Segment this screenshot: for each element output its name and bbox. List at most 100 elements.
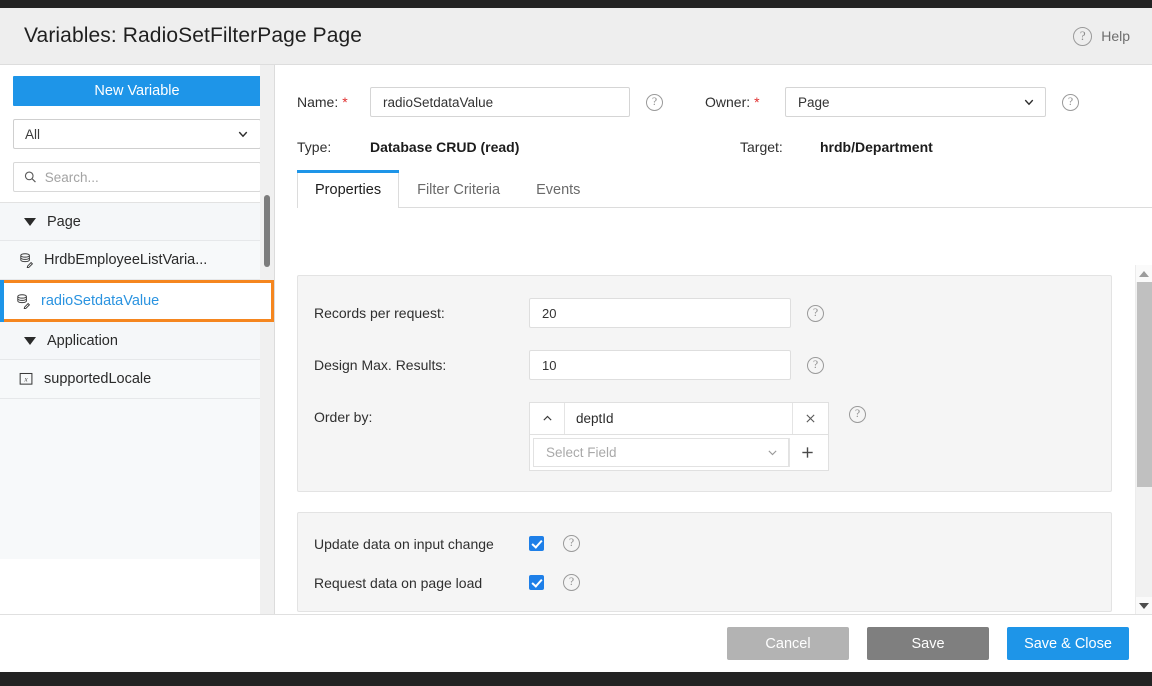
required-marker: * bbox=[342, 94, 347, 110]
name-input-value: radioSetdataValue bbox=[383, 95, 493, 110]
database-variable-icon bbox=[19, 253, 34, 268]
update-on-input-change-row: Update data on input change ? bbox=[314, 535, 1089, 552]
help-label: Help bbox=[1101, 28, 1130, 44]
order-by-label: Order by: bbox=[314, 402, 529, 425]
type-value: Database CRUD (read) bbox=[370, 139, 740, 155]
tree-group-application[interactable]: Application bbox=[0, 322, 274, 360]
caret-down-icon bbox=[24, 218, 36, 226]
order-by-field-select[interactable]: Select Field bbox=[533, 438, 789, 467]
records-per-request-input[interactable]: 20 bbox=[529, 298, 791, 328]
order-by-group: deptId bbox=[529, 402, 829, 471]
sidebar-scrollbar-thumb[interactable] bbox=[264, 195, 270, 267]
tree-item-hrdb-employee-list[interactable]: HrdbEmployeeListVaria... bbox=[0, 241, 274, 280]
owner-help-icon[interactable]: ? bbox=[1062, 94, 1079, 111]
scrollbar-down-button[interactable] bbox=[1136, 597, 1152, 614]
svg-text:x: x bbox=[23, 376, 28, 384]
tree-group-page[interactable]: Page bbox=[0, 203, 274, 241]
sidebar-toolbar: New Variable All bbox=[0, 65, 274, 202]
tree-item-label: supportedLocale bbox=[44, 371, 151, 387]
design-max-results-input[interactable]: 10 bbox=[529, 350, 791, 380]
scrollbar-up-button[interactable] bbox=[1136, 265, 1152, 282]
update-on-input-change-checkbox[interactable] bbox=[529, 536, 544, 551]
tab-filter-criteria[interactable]: Filter Criteria bbox=[399, 170, 518, 208]
update-on-input-change-help-icon[interactable]: ? bbox=[563, 535, 580, 552]
target-label: Target: bbox=[740, 139, 820, 155]
window-chrome-top bbox=[0, 0, 1152, 8]
search-box[interactable] bbox=[13, 162, 261, 192]
type-label: Type: bbox=[297, 139, 370, 155]
tab-events[interactable]: Events bbox=[518, 170, 598, 208]
chevron-up-icon bbox=[541, 412, 554, 425]
properties-scrollbar[interactable] bbox=[1135, 265, 1152, 614]
target-value: hrdb/Department bbox=[820, 139, 933, 155]
page-title: Variables: RadioSetFilterPage Page bbox=[24, 24, 362, 48]
scrollbar-track[interactable] bbox=[1136, 282, 1152, 597]
order-by-entry: deptId bbox=[529, 402, 829, 435]
help-button[interactable]: ? Help bbox=[1073, 27, 1130, 46]
question-circle-icon: ? bbox=[1073, 27, 1092, 46]
tree-group-label: Application bbox=[47, 333, 118, 349]
data-behavior-card: Update data on input change ? Request da… bbox=[297, 512, 1112, 612]
order-by-field-value[interactable]: deptId bbox=[565, 403, 792, 434]
order-by-remove-button[interactable] bbox=[792, 403, 828, 434]
properties-scroll-area: Records per request: 20 ? Design Max. Re… bbox=[275, 265, 1152, 614]
dialog-body: New Variable All bbox=[0, 65, 1152, 614]
order-by-add-row: Select Field bbox=[529, 435, 829, 471]
request-on-page-load-label: Request data on page load bbox=[314, 575, 529, 591]
scrollbar-thumb[interactable] bbox=[1137, 282, 1152, 487]
name-help-icon[interactable]: ? bbox=[646, 94, 663, 111]
order-by-help-icon[interactable]: ? bbox=[849, 406, 866, 423]
records-per-request-help-icon[interactable]: ? bbox=[807, 305, 824, 322]
save-button[interactable]: Save bbox=[867, 627, 989, 660]
tree-item-label: radioSetdataValue bbox=[41, 293, 159, 309]
records-per-request-label: Records per request: bbox=[314, 305, 529, 321]
required-marker: * bbox=[754, 94, 759, 110]
sidebar-scrollbar[interactable] bbox=[260, 65, 274, 614]
order-by-select-placeholder: Select Field bbox=[546, 445, 617, 460]
order-by-direction-button[interactable] bbox=[530, 403, 565, 434]
search-icon bbox=[24, 170, 37, 184]
tree-group-label: Page bbox=[47, 214, 81, 230]
owner-select-value: Page bbox=[798, 95, 830, 110]
search-input[interactable] bbox=[45, 170, 250, 185]
request-on-page-load-help-icon[interactable]: ? bbox=[563, 574, 580, 591]
type-target-row: Type: Database CRUD (read) Target: hrdb/… bbox=[297, 139, 1128, 155]
static-variable-icon: x bbox=[19, 372, 34, 386]
request-on-page-load-checkbox[interactable] bbox=[529, 575, 544, 590]
variable-detail-pane: Name:* radioSetdataValue ? Owner:* Page bbox=[275, 65, 1152, 614]
tree-item-supported-locale[interactable]: x supportedLocale bbox=[0, 360, 274, 399]
order-by-add-button[interactable] bbox=[789, 438, 825, 467]
design-max-results-help-icon[interactable]: ? bbox=[807, 357, 824, 374]
new-variable-button[interactable]: New Variable bbox=[13, 76, 261, 106]
tree-item-label: HrdbEmployeeListVaria... bbox=[44, 252, 207, 268]
name-input[interactable]: radioSetdataValue bbox=[370, 87, 630, 117]
save-and-close-button[interactable]: Save & Close bbox=[1007, 627, 1129, 660]
chevron-down-icon bbox=[1023, 96, 1035, 108]
cancel-button[interactable]: Cancel bbox=[727, 627, 849, 660]
tree-empty-space bbox=[0, 399, 274, 559]
chevron-down-icon bbox=[766, 446, 779, 459]
owner-label: Owner: bbox=[705, 94, 750, 110]
variable-summary-fields: Name:* radioSetdataValue ? Owner:* Page bbox=[275, 65, 1152, 155]
request-settings-card: Records per request: 20 ? Design Max. Re… bbox=[297, 275, 1112, 492]
dialog-footer: Cancel Save Save & Close bbox=[0, 614, 1152, 672]
variable-type-filter-select[interactable]: All bbox=[13, 119, 261, 149]
caret-down-icon bbox=[24, 337, 36, 345]
detail-tabs: Properties Filter Criteria Events bbox=[297, 169, 1152, 208]
triangle-up-icon bbox=[1139, 271, 1149, 277]
database-variable-icon bbox=[16, 294, 31, 309]
design-max-results-row: Design Max. Results: 10 ? bbox=[314, 350, 1089, 380]
name-owner-row: Name:* radioSetdataValue ? Owner:* Page bbox=[297, 87, 1128, 117]
tree-item-radio-set-data-value[interactable]: radioSetdataValue bbox=[0, 280, 274, 322]
records-per-request-value: 20 bbox=[542, 306, 556, 321]
tab-properties[interactable]: Properties bbox=[297, 170, 399, 208]
variables-sidebar: New Variable All bbox=[0, 65, 275, 614]
properties-content: Records per request: 20 ? Design Max. Re… bbox=[275, 265, 1152, 612]
window-chrome-bottom bbox=[0, 672, 1152, 686]
design-max-results-label: Design Max. Results: bbox=[314, 357, 529, 373]
name-label: Name: bbox=[297, 94, 338, 110]
name-label-wrap: Name:* bbox=[297, 94, 370, 110]
dialog-header: Variables: RadioSetFilterPage Page ? Hel… bbox=[0, 8, 1152, 65]
owner-select[interactable]: Page bbox=[785, 87, 1046, 117]
update-on-input-change-label: Update data on input change bbox=[314, 536, 529, 552]
